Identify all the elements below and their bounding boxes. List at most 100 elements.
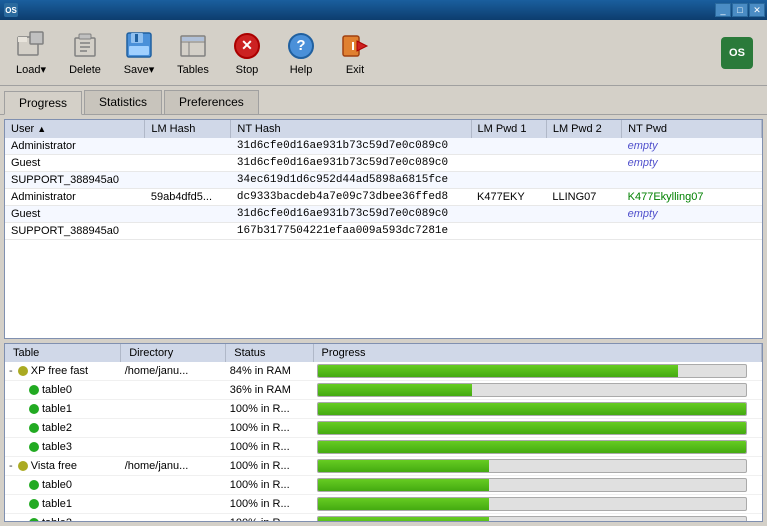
user-cell: SUPPORT_388945a0 — [5, 223, 145, 240]
password-table-panel: User ▲ LM Hash NT Hash LM Pwd 1 LM Pwd 2… — [4, 119, 763, 339]
child-dir-cell — [121, 381, 226, 400]
child-row[interactable]: table1100% in R... — [5, 495, 762, 514]
col-header-status: Status — [226, 344, 313, 362]
child-status-cell: 100% in R... — [226, 476, 313, 495]
tab-preferences[interactable]: Preferences — [164, 90, 259, 114]
titlebar: OS _ □ ✕ — [0, 0, 767, 20]
child-row[interactable]: table036% in RAM — [5, 381, 762, 400]
child-status-cell: 100% in R... — [226, 438, 313, 457]
child-dir-cell — [121, 438, 226, 457]
ntpwd-cell — [622, 172, 762, 189]
col-header-ntpwd[interactable]: NT Pwd — [622, 120, 762, 138]
table-row[interactable]: Guest31d6cfe0d16ae931b73c59d7e0c089c0emp… — [5, 206, 762, 223]
about-button[interactable]: OS — [711, 33, 763, 73]
main-content: User ▲ LM Hash NT Hash LM Pwd 1 LM Pwd 2… — [0, 115, 767, 526]
bottom-header-row: Table Directory Status Progress — [5, 344, 762, 362]
nthash-cell: 31d6cfe0d16ae931b73c59d7e0c089c0 — [231, 155, 471, 172]
child-row[interactable]: table2100% in R... — [5, 514, 762, 523]
load-button[interactable]: Load▾ — [4, 24, 58, 81]
save-label: Save▾ — [124, 63, 155, 76]
child-row[interactable]: table2 100% in R... — [5, 419, 762, 438]
group-dir-cell: /home/janu... — [121, 457, 226, 476]
bottom-table-body: - XP free fast/home/janu...84% in RAMtab… — [5, 362, 762, 522]
lmpwd2-cell — [546, 138, 621, 155]
col-header-table: Table — [5, 344, 121, 362]
save-button[interactable]: Save▾ — [112, 24, 166, 81]
user-cell: SUPPORT_388945a0 — [5, 172, 145, 189]
tables-label: Tables — [177, 64, 209, 76]
child-row[interactable]: table3100% in R... — [5, 438, 762, 457]
ntpwd-cell: empty — [622, 206, 762, 223]
group-row[interactable]: - Vista free/home/janu...100% in R... — [5, 457, 762, 476]
lmpwd2-cell — [546, 155, 621, 172]
delete-icon — [69, 30, 101, 62]
tab-statistics[interactable]: Statistics — [84, 90, 162, 114]
col-header-lmpwd1[interactable]: LM Pwd 1 — [471, 120, 546, 138]
child-row[interactable]: table1 100% in R... — [5, 400, 762, 419]
col-header-lmpwd2[interactable]: LM Pwd 2 — [546, 120, 621, 138]
maximize-button[interactable]: □ — [732, 3, 748, 17]
close-button[interactable]: ✕ — [749, 3, 765, 17]
lmpwd1-cell — [471, 172, 546, 189]
lmhash-cell — [145, 155, 231, 172]
table-row[interactable]: SUPPORT_388945a0167b3177504221efaa009a59… — [5, 223, 762, 240]
child-status-cell: 100% in R... — [226, 419, 313, 438]
lmpwd2-cell: LLING07 — [546, 189, 621, 206]
minimize-button[interactable]: _ — [715, 3, 731, 17]
lmhash-cell — [145, 223, 231, 240]
child-progress-cell — [313, 476, 761, 495]
window-controls: _ □ ✕ — [715, 3, 765, 17]
table-row[interactable]: Administrator59ab4dfd5...dc9333bacdeb4a7… — [5, 189, 762, 206]
table-row[interactable]: Administrator31d6cfe0d16ae931b73c59d7e0c… — [5, 138, 762, 155]
help-icon: ? — [285, 30, 317, 62]
user-cell: Guest — [5, 206, 145, 223]
app-icon: OS — [4, 3, 18, 17]
tab-progress[interactable]: Progress — [4, 91, 82, 115]
lmhash-cell — [145, 172, 231, 189]
stop-button[interactable]: Stop — [220, 25, 274, 81]
user-cell: Administrator — [5, 189, 145, 206]
child-status-cell: 100% in R... — [226, 495, 313, 514]
table-row[interactable]: SUPPORT_388945a034ec619d1d6c952d44ad5898… — [5, 172, 762, 189]
col-header-user[interactable]: User ▲ — [5, 120, 145, 138]
group-row[interactable]: - XP free fast/home/janu...84% in RAM — [5, 362, 762, 381]
exit-button[interactable]: Exit — [328, 25, 382, 81]
group-status-cell: 84% in RAM — [226, 362, 313, 381]
help-button[interactable]: ? Help — [274, 25, 328, 81]
table-row[interactable]: Guest31d6cfe0d16ae931b73c59d7e0c089c0emp… — [5, 155, 762, 172]
save-icon — [123, 29, 155, 61]
delete-button[interactable]: Delete — [58, 25, 112, 81]
child-progress-cell — [313, 495, 761, 514]
group-progress-cell — [313, 457, 761, 476]
child-dir-cell — [121, 495, 226, 514]
tables-table: Table Directory Status Progress - XP fre… — [5, 344, 762, 522]
child-name-cell: table0 — [5, 476, 121, 495]
lmhash-cell: 59ab4dfd5... — [145, 189, 231, 206]
col-header-nthash[interactable]: NT Hash — [231, 120, 471, 138]
help-label: Help — [290, 64, 313, 76]
tables-button[interactable]: Tables — [166, 25, 220, 81]
password-table-body: Administrator 31d6cfe0d16ae931b73c59d7e0c… — [5, 138, 762, 240]
lmpwd2-cell — [546, 172, 621, 189]
child-name-cell: table1 — [5, 400, 121, 419]
lmpwd1-cell: K477EKY — [471, 189, 546, 206]
lmhash-cell — [145, 138, 231, 155]
child-name-cell: table2 — [5, 419, 121, 438]
child-status-cell: 100% in R... — [226, 400, 313, 419]
col-header-directory: Directory — [121, 344, 226, 362]
group-name-cell: - Vista free — [5, 457, 121, 476]
lmpwd1-cell — [471, 155, 546, 172]
nthash-cell: dc9333bacdeb4a7e09c73dbee36ffed8 — [231, 189, 471, 206]
group-status-cell: 100% in R... — [226, 457, 313, 476]
stop-icon — [231, 30, 263, 62]
child-dir-cell — [121, 419, 226, 438]
child-row[interactable]: table0 100% in R... — [5, 476, 762, 495]
child-progress-cell — [313, 438, 761, 457]
child-progress-cell — [313, 419, 761, 438]
tables-icon — [177, 30, 209, 62]
lmhash-cell — [145, 206, 231, 223]
delete-label: Delete — [69, 64, 101, 76]
col-header-lmhash[interactable]: LM Hash — [145, 120, 231, 138]
lmpwd2-cell — [546, 206, 621, 223]
child-dir-cell — [121, 514, 226, 523]
